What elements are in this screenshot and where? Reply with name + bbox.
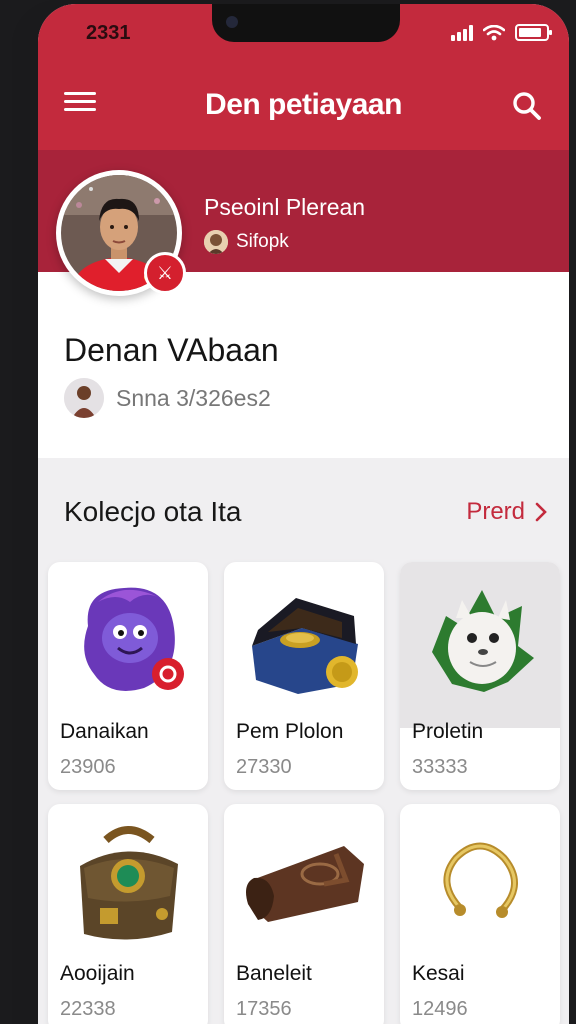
status-icons (451, 24, 552, 41)
item-code: 12496 (412, 998, 468, 1020)
collection-card[interactable]: Aooijain 22338 (48, 804, 208, 1024)
app-screen: 2331 Den petiayaan ⚔ Pseoinl Plerean Sif… (38, 4, 569, 1024)
collection-card[interactable]: Pem Plolon 27330 (224, 562, 384, 790)
item-code: 27330 (236, 756, 292, 778)
item-name: Kesai (412, 962, 465, 985)
profile-handle[interactable]: Sifopk (204, 230, 289, 254)
item-art (48, 804, 208, 970)
purple-creature-icon (84, 587, 184, 691)
item-art (224, 804, 384, 970)
camera-icon (226, 16, 238, 28)
collection-card[interactable]: Baneleit 17356 (224, 804, 384, 1024)
user-avatar-icon (64, 378, 104, 418)
item-name: Baneleit (236, 962, 312, 985)
page-title: Den petiayaan (205, 88, 402, 121)
item-code: 23906 (60, 756, 116, 778)
see-all-label: Prerd (466, 498, 525, 525)
meta-text: Snna 3/326es2 (116, 384, 271, 411)
cellular-signal-icon (451, 24, 473, 41)
status-time: 2331 (86, 22, 131, 44)
item-art (400, 562, 560, 728)
item-code: 22338 (60, 998, 116, 1020)
item-name: Danaikan (60, 720, 149, 743)
battery-icon (515, 24, 552, 41)
search-button[interactable] (507, 86, 547, 126)
item-name: Aooijain (60, 962, 135, 985)
treasure-box-icon (252, 598, 358, 694)
camera-notch (212, 4, 400, 42)
item-code: 33333 (412, 756, 468, 778)
collection-card[interactable]: Kesai 12496 (400, 804, 560, 1024)
collection-title: Kolecjo ota Ita (64, 496, 242, 527)
collection-card[interactable]: Danaikan 23906 (48, 562, 208, 790)
display-name: Denan VAbaan (64, 332, 279, 368)
item-code: 17356 (236, 998, 292, 1020)
chevron-right-icon (535, 502, 547, 522)
gold-ring-icon (443, 842, 518, 918)
wifi-icon (483, 24, 505, 40)
profile-subtitle: Pseoinl Plerean (204, 194, 366, 220)
item-name: Pem Plolon (236, 720, 344, 743)
item-art (224, 562, 384, 728)
mini-avatar-icon (204, 230, 228, 254)
leather-wallet-icon (246, 846, 364, 922)
item-art (400, 804, 560, 970)
item-name: Proletin (412, 720, 484, 743)
see-all-link[interactable]: Prerd (466, 498, 547, 526)
white-wolf-icon (432, 590, 534, 692)
phone-frame: 2331 Den petiayaan ⚔ Pseoinl Plerean Sif… (12, 0, 570, 1024)
club-badge-icon: ⚔ (144, 252, 186, 294)
search-icon (513, 92, 541, 120)
collection-card[interactable]: Proletin 33333 (400, 562, 560, 790)
handle-label: Sifopk (236, 231, 289, 252)
item-art (48, 562, 208, 728)
satchel-icon (80, 826, 178, 940)
profile-meta: Snna 3/326es2 (64, 378, 271, 418)
